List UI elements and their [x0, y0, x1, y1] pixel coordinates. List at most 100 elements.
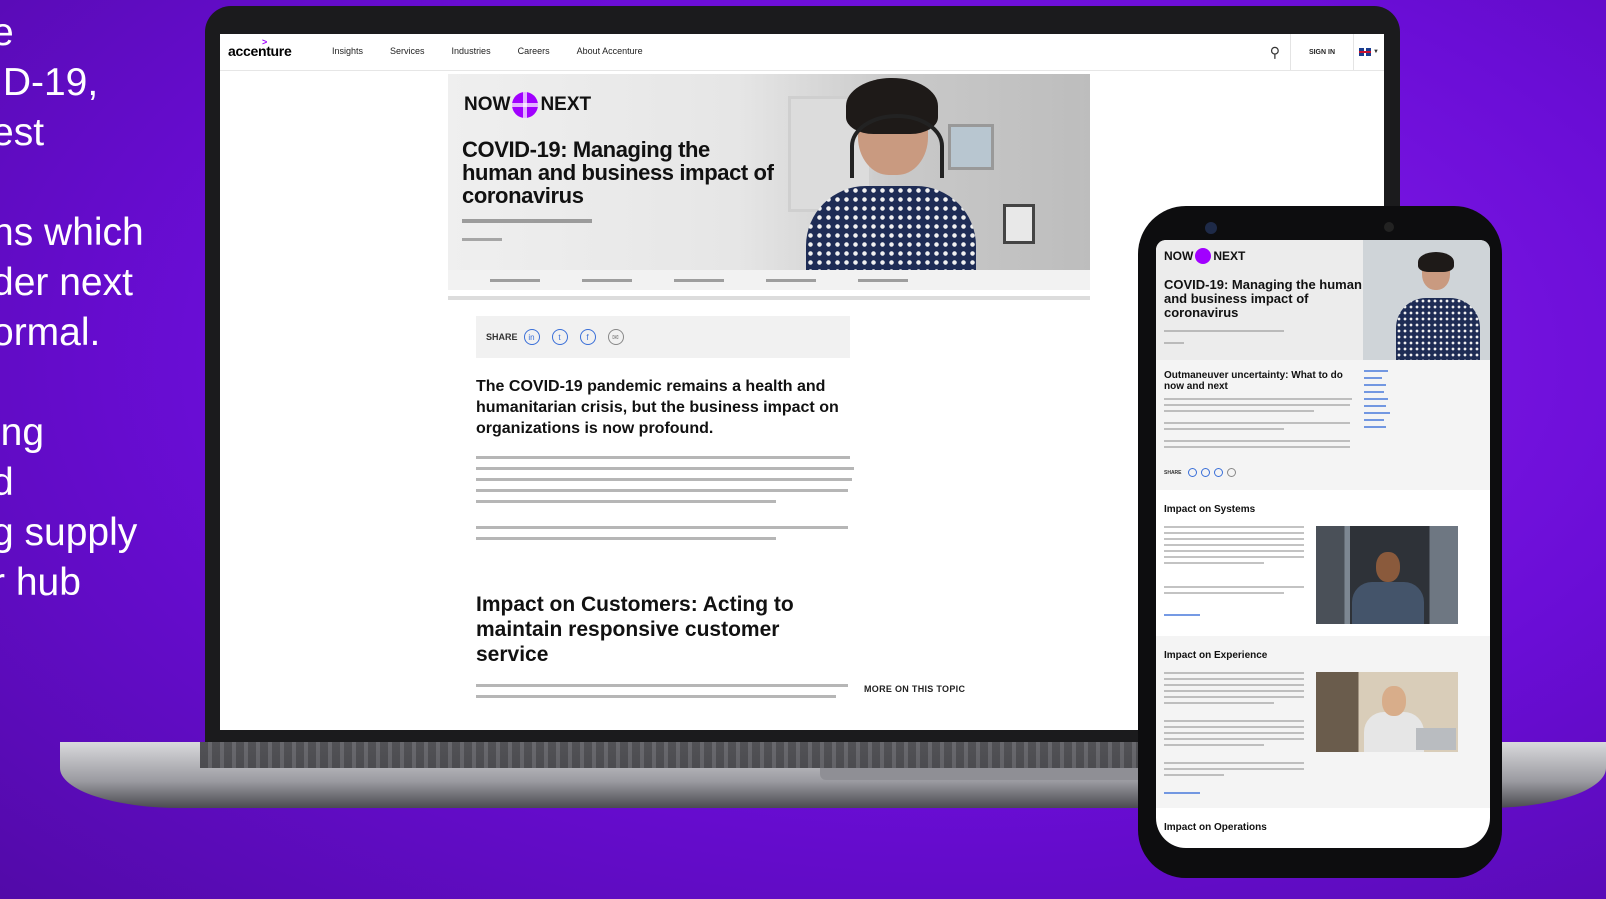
- phone-section-image: [1316, 526, 1458, 624]
- image-person-shirt: [1352, 582, 1424, 624]
- text-line: [1164, 556, 1304, 558]
- accenture-logo[interactable]: accenture: [228, 43, 292, 59]
- text-line: [1164, 586, 1304, 588]
- uk-flag-icon: [1359, 48, 1372, 56]
- text-line: [1164, 398, 1352, 400]
- nav-item-industries[interactable]: Industries: [452, 46, 491, 56]
- text-line: [476, 489, 848, 492]
- text-line: [1164, 774, 1224, 776]
- promo-line: ns which: [0, 211, 144, 254]
- article-paragraph: [476, 526, 856, 548]
- promo-line: e: [0, 11, 14, 54]
- phone-section-heading: Impact on Experience: [1164, 650, 1268, 661]
- hero-date: [462, 238, 502, 241]
- hero-tab[interactable]: [674, 278, 724, 282]
- promo-line: ing: [0, 411, 45, 454]
- text-line: [1164, 330, 1284, 332]
- phone-section-heading: Impact on Operations: [1164, 822, 1267, 833]
- phone-camera: [1205, 222, 1217, 234]
- hero-tab[interactable]: [766, 278, 816, 282]
- impact-link[interactable]: [1364, 384, 1386, 386]
- share-bar: SHARE in t f ✉: [476, 316, 850, 358]
- now-next-right: NEXT: [540, 94, 592, 115]
- text-line: [476, 526, 848, 529]
- impact-link[interactable]: [1364, 391, 1384, 393]
- impact-link[interactable]: [1364, 412, 1390, 414]
- nav-item-services[interactable]: Services: [390, 46, 425, 56]
- twitter-icon[interactable]: t: [551, 329, 568, 345]
- phone-now-next-left: NOW: [1164, 249, 1194, 263]
- phone-share-bar: SHARE: [1164, 468, 1236, 477]
- impact-link[interactable]: [1364, 370, 1388, 372]
- image-person-face: [1382, 686, 1406, 716]
- phone-intro-heading: Outmaneuver uncertainty: What to do now …: [1164, 370, 1343, 392]
- text-line: [1164, 428, 1284, 430]
- text-line: [1164, 690, 1304, 692]
- email-icon[interactable]: [1226, 468, 1236, 477]
- email-icon[interactable]: ✉: [607, 329, 624, 345]
- phone-section-image: [1316, 672, 1458, 752]
- phone-now-next-logo: NOW NEXT: [1164, 248, 1245, 264]
- promo-line: ID-19,: [0, 61, 99, 104]
- text-line: [1164, 720, 1304, 722]
- text-line: [476, 467, 854, 470]
- impact-link[interactable]: [1364, 377, 1382, 379]
- hero-banner: NOW NEXT COVID-19: Managing the human an…: [448, 74, 1090, 270]
- phone-screen: NOW NEXT COVID-19: Managing the human an…: [1156, 240, 1490, 848]
- text-line: [476, 500, 776, 503]
- impact-link[interactable]: [1364, 398, 1388, 400]
- facebook-icon[interactable]: [1213, 468, 1223, 477]
- text-line: [1164, 732, 1304, 734]
- laptop-icon: [1416, 728, 1456, 750]
- now-next-left: NOW: [464, 94, 511, 115]
- impact-link[interactable]: [1364, 419, 1384, 421]
- nav-item-insights[interactable]: Insights: [332, 46, 363, 56]
- phone-section-heading: Impact on Systems: [1164, 504, 1256, 515]
- hero-tab[interactable]: [582, 278, 632, 282]
- hero-tab[interactable]: [858, 278, 908, 282]
- sign-in-button[interactable]: SIGN IN: [1291, 49, 1353, 56]
- linkedin-icon[interactable]: in: [523, 329, 540, 345]
- phone-sensor: [1384, 222, 1394, 232]
- text-line: [1164, 738, 1304, 740]
- laptop-trackpad-notch: [820, 768, 1160, 780]
- phone-hero: NOW NEXT COVID-19: Managing the human an…: [1156, 240, 1490, 360]
- article-heading: The COVID-19 pandemic remains a health a…: [476, 378, 839, 437]
- phone-impact-links: [1364, 370, 1394, 433]
- text-line: [1164, 744, 1264, 746]
- image-person-shirt: [1364, 712, 1424, 752]
- text-line: [1164, 550, 1304, 552]
- globe-icon: [1195, 248, 1212, 264]
- text-line: [1164, 410, 1314, 412]
- promo-line: d: [0, 461, 14, 504]
- language-selector[interactable]: ▼: [1354, 48, 1384, 56]
- facebook-icon[interactable]: f: [579, 329, 596, 345]
- hero-tab[interactable]: [490, 278, 540, 282]
- learn-more-link[interactable]: [1164, 614, 1200, 616]
- text-line: [476, 478, 852, 481]
- text-line: [1164, 592, 1284, 594]
- text-line: [1164, 696, 1304, 698]
- nav-item-careers[interactable]: Careers: [518, 46, 550, 56]
- hero-person-shirt: [806, 186, 976, 270]
- nav-item-about[interactable]: About Accenture: [577, 46, 643, 56]
- impact-link[interactable]: [1364, 426, 1386, 428]
- search-icon[interactable]: ⚲: [1260, 44, 1290, 61]
- text-line: [476, 695, 836, 698]
- twitter-icon[interactable]: [1200, 468, 1210, 477]
- phone-person-shirt: [1396, 298, 1480, 360]
- text-line: [1164, 768, 1304, 770]
- section-heading-customers: Impact on Customers: Acting to maintain …: [476, 593, 794, 666]
- article-paragraph: [476, 684, 848, 706]
- text-line: [476, 684, 848, 687]
- text-line: [1164, 684, 1304, 686]
- impact-link[interactable]: [1364, 405, 1386, 407]
- article-paragraph: [476, 456, 856, 511]
- learn-more-link[interactable]: [1164, 792, 1200, 794]
- linkedin-icon[interactable]: [1187, 468, 1197, 477]
- phone-intro-section: Outmaneuver uncertainty: What to do now …: [1156, 360, 1490, 490]
- share-label: SHARE: [486, 332, 518, 342]
- text-line: [1164, 678, 1304, 680]
- text-line: [1164, 702, 1274, 704]
- more-on-topic-label: MORE ON THIS TOPIC: [864, 684, 966, 694]
